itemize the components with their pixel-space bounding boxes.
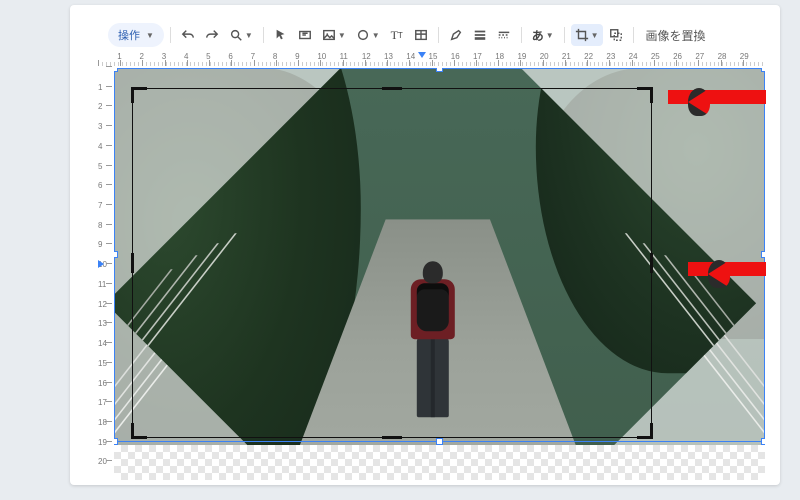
crop-handle-tl[interactable]: [131, 87, 147, 103]
ruler-h-marker: [418, 52, 426, 58]
table-tool[interactable]: [410, 24, 432, 46]
resize-handle-mr[interactable]: [761, 251, 765, 258]
resize-handle-tr[interactable]: [761, 68, 765, 72]
resize-handle-tl[interactable]: [114, 68, 118, 72]
vertical-ruler: [98, 66, 112, 480]
crop-handle-ml[interactable]: [131, 253, 134, 273]
resize-handle-br[interactable]: [761, 438, 765, 445]
resize-handle-bm[interactable]: [436, 438, 443, 445]
line-style[interactable]: [493, 24, 515, 46]
text-tool[interactable]: TT: [386, 24, 408, 46]
crop-handle-tm[interactable]: [382, 87, 402, 90]
mask-tool[interactable]: [605, 24, 627, 46]
crop-handle-tr[interactable]: [637, 87, 653, 103]
crop-handle-bm[interactable]: [382, 436, 402, 439]
text-style[interactable]: あ▼: [528, 24, 558, 46]
ruler-v-marker: [98, 260, 104, 268]
undo-button[interactable]: [177, 24, 199, 46]
toolbar: 操作▼ ▼ ▼ ▼ TT あ▼ ▼ 画像を置換: [108, 22, 712, 48]
annotation-arrow-2: [688, 260, 788, 278]
line-weight[interactable]: [469, 24, 491, 46]
crop-rectangle[interactable]: [132, 88, 652, 438]
select-tool[interactable]: [270, 24, 292, 46]
annotation-arrow-1: [668, 88, 788, 106]
canvas[interactable]: [114, 68, 765, 480]
resize-handle-ml[interactable]: [114, 251, 118, 258]
redo-button[interactable]: [201, 24, 223, 46]
textbox-tool[interactable]: [294, 24, 316, 46]
crop-handle-bl[interactable]: [131, 423, 147, 439]
crop-tool[interactable]: ▼: [571, 24, 603, 46]
resize-handle-bl[interactable]: [114, 438, 118, 445]
crop-handle-br[interactable]: [637, 423, 653, 439]
image-tool[interactable]: ▼: [318, 24, 350, 46]
pen-tool[interactable]: [445, 24, 467, 46]
horizontal-ruler: [98, 52, 765, 66]
resize-handle-tm[interactable]: [436, 68, 443, 72]
replace-image-button[interactable]: 画像を置換: [640, 27, 712, 44]
crop-handle-mr[interactable]: [650, 253, 653, 273]
action-menu[interactable]: 操作▼: [108, 23, 164, 47]
zoom-button[interactable]: ▼: [225, 24, 257, 46]
transparency-checker: [114, 445, 765, 480]
shape-tool[interactable]: ▼: [352, 24, 384, 46]
